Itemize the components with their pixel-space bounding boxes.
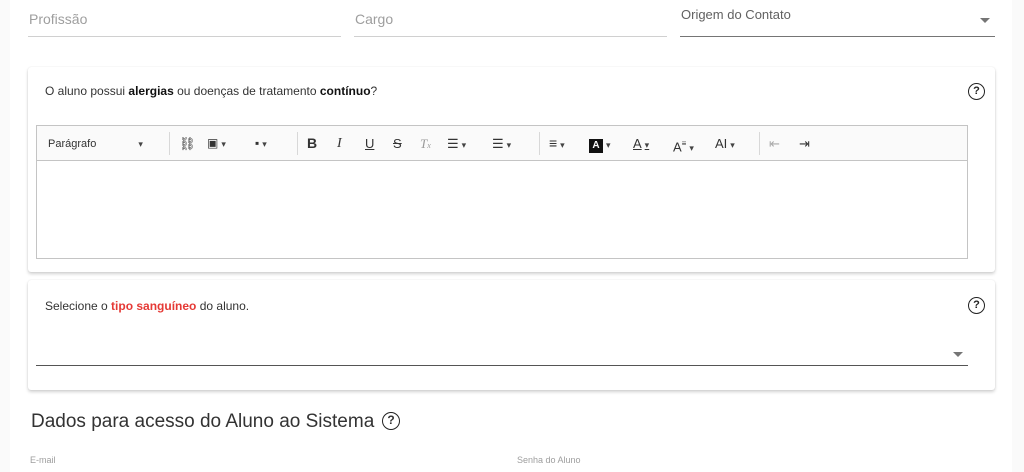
clear-format-icon[interactable]: Tx	[420, 135, 431, 152]
toolbar-separator	[759, 132, 760, 155]
link-icon[interactable]: ⛓	[179, 135, 196, 152]
origem-contato-select[interactable]: Origem do Contato	[680, 0, 995, 37]
allergy-card: O aluno possui alergias ou doenças de tr…	[28, 67, 995, 272]
editor-toolbar: Parágrafo ▾ ⛓ ▣ ▾ ▪ ▾ B I U S Tx ☰ ▾ ☰ ▾ ≡ ▾ A…	[37, 126, 967, 161]
help-icon[interactable]: ?	[968, 297, 985, 314]
font-color-icon[interactable]: A ▾	[633, 135, 649, 152]
blood-type-select[interactable]	[36, 350, 968, 366]
email-label: E-mail	[30, 455, 56, 465]
blood-type-card: Selecione o tipo sanguíneo do aluno. ?	[28, 280, 995, 390]
image-icon[interactable]: ▪ ▾	[255, 135, 267, 152]
profissao-field[interactable]: Profissão	[28, 0, 341, 37]
indent-icon[interactable]: ⇥	[799, 135, 810, 152]
help-icon[interactable]: ?	[382, 412, 400, 430]
origem-contato-label: Origem do Contato	[681, 7, 791, 22]
profissao-label: Profissão	[29, 11, 88, 27]
toolbar-separator	[297, 132, 298, 155]
underline-icon[interactable]: U	[365, 135, 374, 152]
cargo-field[interactable]: Cargo	[354, 0, 667, 37]
font-family-icon[interactable]: A≡ ▾	[673, 135, 694, 154]
paragraph-dropdown[interactable]: Parágrafo ▾	[48, 136, 143, 153]
help-icon[interactable]: ?	[968, 83, 985, 100]
section-title: Dados para acesso do Aluno ao Sistema	[31, 411, 375, 432]
outdent-icon[interactable]: ⇤	[769, 135, 780, 152]
background-color-icon[interactable]: A ▾	[589, 135, 611, 153]
chevron-down-icon	[953, 352, 963, 357]
toolbar-separator	[169, 132, 170, 155]
allergy-question: O aluno possui alergias ou doenças de tr…	[45, 84, 378, 98]
align-icon[interactable]: ≡ ▾	[549, 135, 565, 152]
media-icon[interactable]: ▣ ▾	[207, 135, 226, 152]
bulleted-list-icon[interactable]: ☰ ▾	[447, 135, 466, 152]
blood-type-highlight: tipo sanguíneo	[111, 299, 197, 313]
password-label: Senha do Aluno	[517, 455, 581, 465]
form-panel: Profissão Cargo Origem do Contato O alun…	[10, 0, 1012, 472]
chevron-down-icon	[980, 18, 990, 23]
toolbar-separator	[539, 132, 540, 155]
font-size-icon[interactable]: AI ▾	[715, 135, 735, 152]
numbered-list-icon[interactable]: ☰ ▾	[492, 135, 511, 152]
allergy-bold-2: contínuo	[319, 84, 371, 98]
allergy-bold-1: alergias	[128, 84, 174, 98]
bold-icon[interactable]: B	[307, 135, 317, 152]
italic-icon[interactable]: I	[337, 135, 342, 152]
cargo-label: Cargo	[355, 11, 394, 27]
blood-type-question: Selecione o tipo sanguíneo do aluno.	[45, 299, 250, 313]
rich-text-editor[interactable]: Parágrafo ▾ ⛓ ▣ ▾ ▪ ▾ B I U S Tx ☰ ▾ ☰ ▾ ≡ ▾ A…	[36, 125, 968, 259]
chevron-down-icon: ▾	[138, 139, 143, 149]
strikethrough-icon[interactable]: S	[393, 135, 402, 152]
